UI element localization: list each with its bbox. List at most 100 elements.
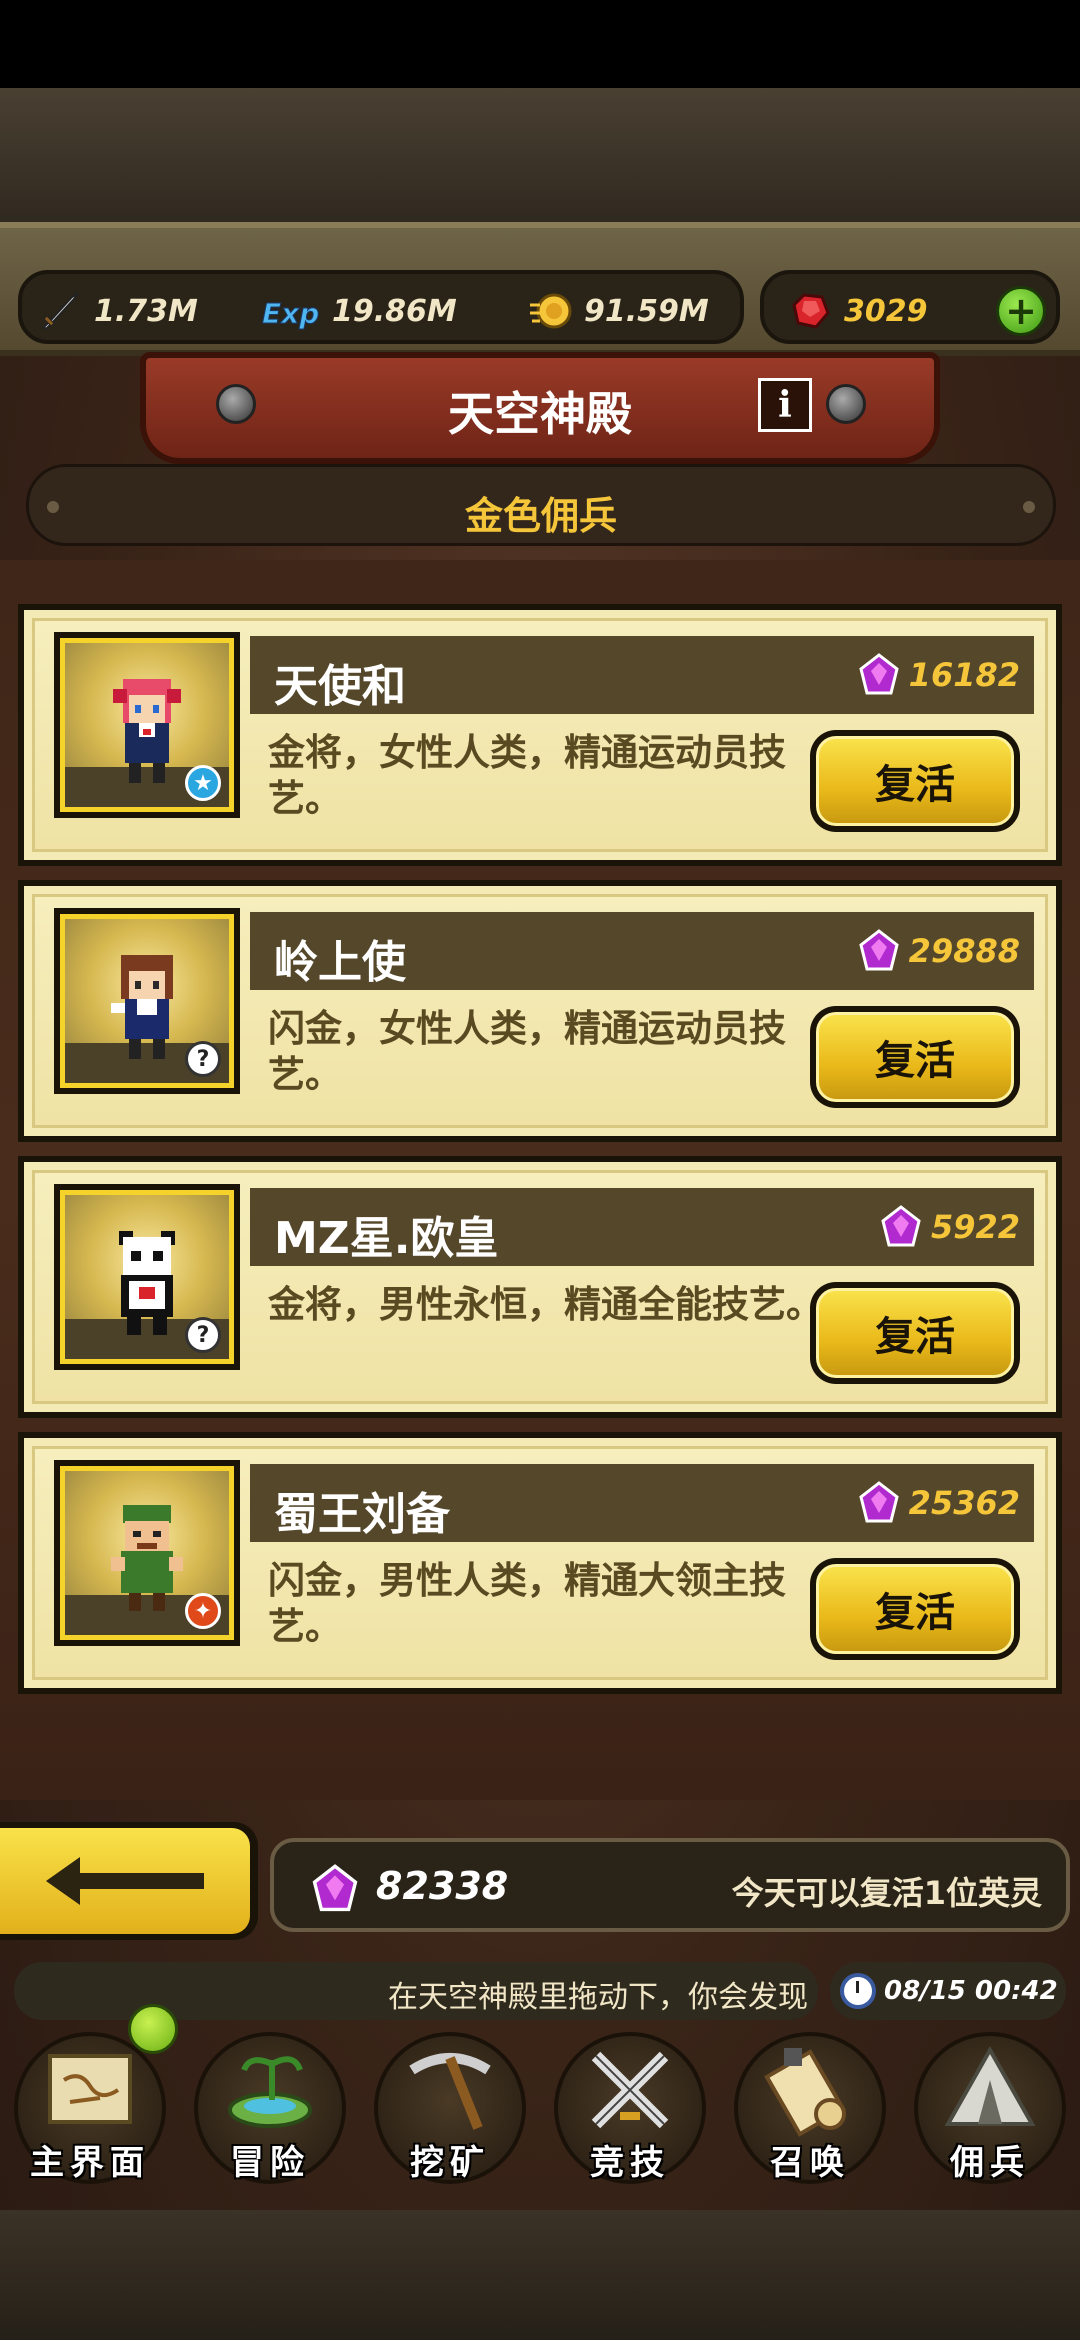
ruby-resource: 3029 (786, 286, 928, 336)
hero-avatar-icon (111, 1505, 183, 1611)
nav-item-mercenary[interactable]: 佣兵 (900, 2020, 1080, 2198)
hero-portrait[interactable]: ? (54, 908, 240, 1094)
add-rubies-button[interactable]: + (996, 286, 1046, 336)
gem-total-value: 82338 (376, 1864, 509, 1908)
portrait-frame: ★ (60, 638, 234, 812)
arrow-left-icon (46, 1857, 204, 1905)
hero-portrait[interactable]: ✦ (54, 1460, 240, 1646)
hero-description: 金将，女性人类，精通运动员技艺。 (268, 731, 786, 820)
purple-gem-icon (858, 653, 899, 695)
exp-value: 19.86M (332, 293, 457, 329)
sword-icon (36, 287, 84, 335)
hero-description: 闪金，女性人类，精通运动员技艺。 (268, 1007, 786, 1096)
hero-name: 蜀王刘备 (274, 1489, 450, 1540)
hero-name: MZ星.欧皇 (274, 1213, 499, 1264)
attack-value: 1.73M (94, 293, 198, 329)
revive-button[interactable]: 复活 (810, 1282, 1020, 1384)
hero-description: 金将，男性永恒，精通全能技艺。 (268, 1283, 823, 1326)
dot-decoration (1023, 501, 1035, 513)
scroll-icon (764, 2048, 846, 2137)
name-bar: 蜀王刘备 25362 (250, 1464, 1034, 1542)
mercenary-card: ✦ 蜀王刘备 25362 闪金，男性人类，精通大领主技艺。 复活 (18, 1432, 1062, 1694)
revive-cost: 16182 (857, 650, 1020, 700)
hero-portrait[interactable]: ? (54, 1184, 240, 1370)
clock: 08/15 00:42 (830, 1962, 1066, 2020)
back-button[interactable] (0, 1822, 258, 1940)
ticker-text: 在天空神殿里拖动下，你会发现 (388, 1980, 808, 2015)
question-badge-icon: ? (185, 1317, 221, 1353)
name-bar: 天使和 16182 (250, 636, 1034, 714)
nav-label: 挖矿 (410, 2143, 490, 2183)
revive-cost: 5922 (879, 1202, 1020, 1252)
title-banner: 天空神殿 i (140, 352, 940, 464)
revive-button[interactable]: 复活 (810, 1006, 1020, 1108)
purple-gem-icon (312, 1864, 358, 1912)
gem-total-bar: 82338 今天可以复活1位英灵 (270, 1838, 1070, 1932)
question-badge-icon: ? (185, 1041, 221, 1077)
bottom-nav: 主界面 冒险 挖矿 竞技 召唤 佣兵 (0, 2004, 1080, 2198)
cost-value: 25362 (908, 1484, 1020, 1522)
cost-value: 29888 (908, 932, 1020, 970)
exp-icon: Exp (258, 287, 322, 335)
mercenary-card: ? 岭上使 29888 闪金，女性人类，精通运动员技艺。 复活 (18, 880, 1062, 1142)
nav-label: 佣兵 (950, 2143, 1030, 2183)
hero-avatar-icon (113, 679, 181, 783)
tent-icon (944, 2045, 1036, 2126)
name-bar: 岭上使 29888 (250, 912, 1034, 990)
revive-button-label: 复活 (816, 736, 1014, 826)
nav-item-home[interactable]: 主界面 (0, 2004, 180, 2198)
ruby-value: 3029 (844, 293, 928, 329)
mercenary-card: ? MZ星.欧皇 5922 金将，男性永恒，精通全能技艺。 复活 (18, 1156, 1062, 1418)
nav-label: 竞技 (590, 2143, 670, 2183)
revive-button-label: 复活 (816, 1564, 1014, 1654)
mercenary-card: ★ 天使和 16182 金将，女性人类，精通运动员技艺。 复活 (18, 604, 1062, 866)
nav-item-adventure[interactable]: 冒险 (180, 2020, 360, 2198)
gold-coin-icon (526, 287, 574, 335)
purple-gem-icon (858, 929, 899, 971)
ruby-icon (786, 287, 834, 335)
attack-resource: 1.73M (36, 286, 198, 336)
portrait-frame: ? (60, 1190, 234, 1364)
nav-label: 冒险 (230, 2143, 310, 2183)
revive-button[interactable]: 复活 (810, 730, 1020, 832)
nav-label: 召唤 (770, 2143, 850, 2183)
nav-item-arena[interactable]: 竞技 (540, 2020, 720, 2198)
revive-button[interactable]: 复活 (810, 1558, 1020, 1660)
exp-resource: Exp 19.86M (258, 286, 457, 336)
info-button[interactable]: i (758, 378, 812, 432)
hero-description: 闪金，男性人类，精通大领主技艺。 (268, 1559, 786, 1648)
purple-gem-icon (881, 1205, 921, 1247)
hero-name: 天使和 (274, 661, 406, 712)
back-button-face (0, 1828, 250, 1934)
panda-avatar-icon (119, 1231, 175, 1335)
map-background-bottom (0, 2210, 1080, 2340)
crossed-swords-icon (591, 2051, 669, 2129)
resource-group: 1.73M Exp 19.86M 91.59M (18, 270, 744, 344)
status-bar (0, 0, 1080, 88)
resource-bar: 1.73M Exp 19.86M 91.59M 3029 + (0, 222, 1080, 356)
category-title: 金色佣兵 (464, 494, 617, 538)
cost-value: 5922 (930, 1208, 1020, 1246)
gold-resource: 91.59M (526, 286, 709, 336)
cost-value: 16182 (908, 656, 1020, 694)
portrait-frame: ? (60, 914, 234, 1088)
revive-button-label: 复活 (816, 1288, 1014, 1378)
revive-cost: 29888 (857, 926, 1020, 976)
gold-value: 91.59M (584, 293, 709, 329)
name-bar: MZ星.欧皇 5922 (250, 1188, 1034, 1266)
bolt-icon (826, 384, 866, 424)
hero-portrait[interactable]: ★ (54, 632, 240, 818)
nav-item-summon[interactable]: 召唤 (720, 2020, 900, 2198)
revive-button-label: 复活 (816, 1012, 1014, 1102)
clock-icon (840, 1973, 876, 2009)
ruby-group: 3029 + (760, 270, 1060, 344)
clock-text: 08/15 00:42 (884, 1976, 1058, 2006)
purple-gem-icon (858, 1481, 899, 1523)
nav-label: 主界面 (30, 2143, 150, 2183)
hero-avatar-icon (111, 955, 173, 1059)
island-icon (228, 2056, 312, 2128)
nav-item-mining[interactable]: 挖矿 (360, 2020, 540, 2198)
pickaxe-icon (409, 2053, 491, 2130)
revive-cost: 25362 (857, 1478, 1020, 1528)
fire-badge-icon: ✦ (185, 1593, 221, 1629)
